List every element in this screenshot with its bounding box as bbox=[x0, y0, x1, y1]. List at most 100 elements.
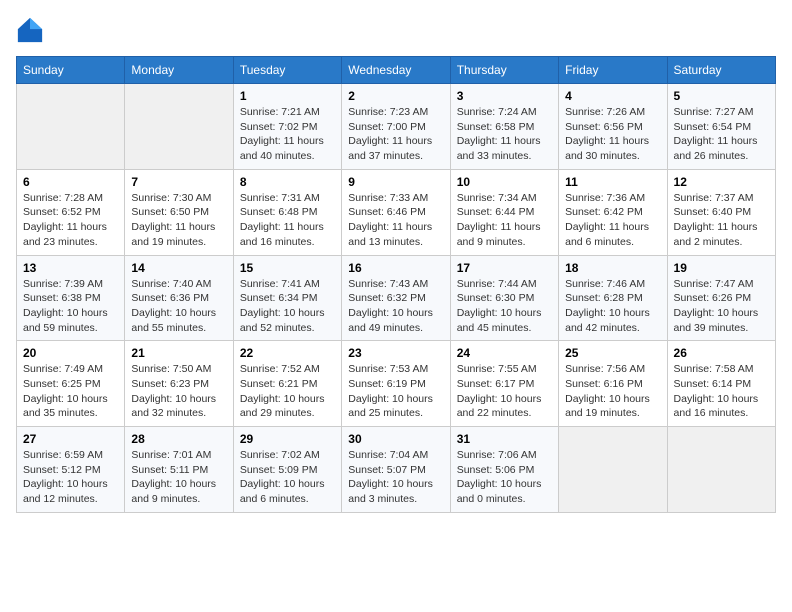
calendar-week-row: 13Sunrise: 7:39 AMSunset: 6:38 PMDayligh… bbox=[17, 255, 776, 341]
day-number: 31 bbox=[457, 432, 552, 446]
day-header-tuesday: Tuesday bbox=[233, 57, 341, 84]
day-info: Sunrise: 7:37 AMSunset: 6:40 PMDaylight:… bbox=[674, 191, 769, 250]
day-info: Sunrise: 7:31 AMSunset: 6:48 PMDaylight:… bbox=[240, 191, 335, 250]
day-info: Sunrise: 7:33 AMSunset: 6:46 PMDaylight:… bbox=[348, 191, 443, 250]
day-info: Sunrise: 7:02 AMSunset: 5:09 PMDaylight:… bbox=[240, 448, 335, 507]
day-info: Sunrise: 7:06 AMSunset: 5:06 PMDaylight:… bbox=[457, 448, 552, 507]
day-info: Sunrise: 7:52 AMSunset: 6:21 PMDaylight:… bbox=[240, 362, 335, 421]
day-header-saturday: Saturday bbox=[667, 57, 775, 84]
day-info: Sunrise: 7:27 AMSunset: 6:54 PMDaylight:… bbox=[674, 105, 769, 164]
day-header-wednesday: Wednesday bbox=[342, 57, 450, 84]
calendar-cell: 31 Sunrise: 7:06 AMSunset: 5:06 PMDayligh… bbox=[450, 427, 558, 513]
calendar-cell: 25 Sunrise: 7:56 AMSunset: 6:16 PMDayligh… bbox=[559, 341, 667, 427]
day-info: Sunrise: 7:04 AMSunset: 5:07 PMDaylight:… bbox=[348, 448, 443, 507]
day-info: Sunrise: 7:26 AMSunset: 6:56 PMDaylight:… bbox=[565, 105, 660, 164]
day-info: Sunrise: 7:55 AMSunset: 6:17 PMDaylight:… bbox=[457, 362, 552, 421]
calendar-cell: 4 Sunrise: 7:26 AMSunset: 6:56 PMDaylight… bbox=[559, 84, 667, 170]
page-header bbox=[16, 16, 776, 44]
day-info: Sunrise: 7:58 AMSunset: 6:14 PMDaylight:… bbox=[674, 362, 769, 421]
day-number: 12 bbox=[674, 175, 769, 189]
calendar-cell: 13Sunrise: 7:39 AMSunset: 6:38 PMDayligh… bbox=[17, 255, 125, 341]
calendar-cell: 26 Sunrise: 7:58 AMSunset: 6:14 PMDayligh… bbox=[667, 341, 775, 427]
calendar-week-row: 27 Sunrise: 6:59 AMSunset: 5:12 PMDayligh… bbox=[17, 427, 776, 513]
day-header-thursday: Thursday bbox=[450, 57, 558, 84]
calendar-cell: 15 Sunrise: 7:41 AMSunset: 6:34 PMDayligh… bbox=[233, 255, 341, 341]
logo-icon bbox=[16, 16, 44, 44]
calendar-cell: 2 Sunrise: 7:23 AMSunset: 7:00 PMDaylight… bbox=[342, 84, 450, 170]
calendar-cell: 8 Sunrise: 7:31 AMSunset: 6:48 PMDaylight… bbox=[233, 169, 341, 255]
day-info: Sunrise: 7:50 AMSunset: 6:23 PMDaylight:… bbox=[131, 362, 226, 421]
day-info: Sunrise: 7:30 AMSunset: 6:50 PMDaylight:… bbox=[131, 191, 226, 250]
calendar-cell: 18 Sunrise: 7:46 AMSunset: 6:28 PMDayligh… bbox=[559, 255, 667, 341]
day-number: 27 bbox=[23, 432, 118, 446]
calendar-cell: 9 Sunrise: 7:33 AMSunset: 6:46 PMDaylight… bbox=[342, 169, 450, 255]
day-info: Sunrise: 7:01 AMSunset: 5:11 PMDaylight:… bbox=[131, 448, 226, 507]
day-info: Sunrise: 7:49 AMSunset: 6:25 PMDaylight:… bbox=[23, 362, 118, 421]
calendar-cell: 11Sunrise: 7:36 AMSunset: 6:42 PMDayligh… bbox=[559, 169, 667, 255]
calendar-cell: 12 Sunrise: 7:37 AMSunset: 6:40 PMDayligh… bbox=[667, 169, 775, 255]
day-number: 9 bbox=[348, 175, 443, 189]
day-info: Sunrise: 6:59 AMSunset: 5:12 PMDaylight:… bbox=[23, 448, 118, 507]
day-number: 28 bbox=[131, 432, 226, 446]
calendar-cell: 14 Sunrise: 7:40 AMSunset: 6:36 PMDayligh… bbox=[125, 255, 233, 341]
day-info: Sunrise: 7:24 AMSunset: 6:58 PMDaylight:… bbox=[457, 105, 552, 164]
logo bbox=[16, 16, 48, 44]
day-number: 17 bbox=[457, 261, 552, 275]
calendar-week-row: 20 Sunrise: 7:49 AMSunset: 6:25 PMDayligh… bbox=[17, 341, 776, 427]
day-number: 1 bbox=[240, 89, 335, 103]
day-number: 23 bbox=[348, 346, 443, 360]
calendar-cell: 29 Sunrise: 7:02 AMSunset: 5:09 PMDayligh… bbox=[233, 427, 341, 513]
calendar-cell: 30Sunrise: 7:04 AMSunset: 5:07 PMDayligh… bbox=[342, 427, 450, 513]
day-number: 7 bbox=[131, 175, 226, 189]
day-number: 15 bbox=[240, 261, 335, 275]
day-info: Sunrise: 7:46 AMSunset: 6:28 PMDaylight:… bbox=[565, 277, 660, 336]
calendar-cell bbox=[667, 427, 775, 513]
day-info: Sunrise: 7:47 AMSunset: 6:26 PMDaylight:… bbox=[674, 277, 769, 336]
day-number: 14 bbox=[131, 261, 226, 275]
day-number: 3 bbox=[457, 89, 552, 103]
day-info: Sunrise: 7:28 AMSunset: 6:52 PMDaylight:… bbox=[23, 191, 118, 250]
day-header-monday: Monday bbox=[125, 57, 233, 84]
calendar-cell bbox=[125, 84, 233, 170]
day-info: Sunrise: 7:23 AMSunset: 7:00 PMDaylight:… bbox=[348, 105, 443, 164]
day-info: Sunrise: 7:34 AMSunset: 6:44 PMDaylight:… bbox=[457, 191, 552, 250]
calendar-cell bbox=[17, 84, 125, 170]
day-number: 6 bbox=[23, 175, 118, 189]
day-number: 24 bbox=[457, 346, 552, 360]
day-number: 5 bbox=[674, 89, 769, 103]
calendar-cell: 7 Sunrise: 7:30 AMSunset: 6:50 PMDaylight… bbox=[125, 169, 233, 255]
calendar-cell: 23 Sunrise: 7:53 AMSunset: 6:19 PMDayligh… bbox=[342, 341, 450, 427]
day-number: 26 bbox=[674, 346, 769, 360]
day-number: 18 bbox=[565, 261, 660, 275]
day-number: 8 bbox=[240, 175, 335, 189]
day-number: 4 bbox=[565, 89, 660, 103]
day-number: 25 bbox=[565, 346, 660, 360]
day-info: Sunrise: 7:44 AMSunset: 6:30 PMDaylight:… bbox=[457, 277, 552, 336]
day-info: Sunrise: 7:39 AMSunset: 6:38 PMDaylight:… bbox=[23, 277, 118, 336]
day-number: 20 bbox=[23, 346, 118, 360]
day-header-friday: Friday bbox=[559, 57, 667, 84]
day-number: 21 bbox=[131, 346, 226, 360]
day-number: 2 bbox=[348, 89, 443, 103]
day-info: Sunrise: 7:43 AMSunset: 6:32 PMDaylight:… bbox=[348, 277, 443, 336]
day-info: Sunrise: 7:36 AMSunset: 6:42 PMDaylight:… bbox=[565, 191, 660, 250]
calendar-cell: 24 Sunrise: 7:55 AMSunset: 6:17 PMDayligh… bbox=[450, 341, 558, 427]
calendar-header-row: SundayMondayTuesdayWednesdayThursdayFrid… bbox=[17, 57, 776, 84]
day-info: Sunrise: 7:56 AMSunset: 6:16 PMDaylight:… bbox=[565, 362, 660, 421]
calendar-week-row: 6 Sunrise: 7:28 AMSunset: 6:52 PMDaylight… bbox=[17, 169, 776, 255]
calendar-cell: 3 Sunrise: 7:24 AMSunset: 6:58 PMDaylight… bbox=[450, 84, 558, 170]
calendar-cell: 19Sunrise: 7:47 AMSunset: 6:26 PMDayligh… bbox=[667, 255, 775, 341]
day-number: 29 bbox=[240, 432, 335, 446]
calendar-cell: 5 Sunrise: 7:27 AMSunset: 6:54 PMDaylight… bbox=[667, 84, 775, 170]
calendar-cell: 10 Sunrise: 7:34 AMSunset: 6:44 PMDayligh… bbox=[450, 169, 558, 255]
day-info: Sunrise: 7:40 AMSunset: 6:36 PMDaylight:… bbox=[131, 277, 226, 336]
day-info: Sunrise: 7:41 AMSunset: 6:34 PMDaylight:… bbox=[240, 277, 335, 336]
calendar-cell: 22Sunrise: 7:52 AMSunset: 6:21 PMDayligh… bbox=[233, 341, 341, 427]
day-number: 10 bbox=[457, 175, 552, 189]
calendar-cell: 1Sunrise: 7:21 AMSunset: 7:02 PMDaylight… bbox=[233, 84, 341, 170]
day-info: Sunrise: 7:53 AMSunset: 6:19 PMDaylight:… bbox=[348, 362, 443, 421]
calendar-cell: 21 Sunrise: 7:50 AMSunset: 6:23 PMDayligh… bbox=[125, 341, 233, 427]
calendar-cell bbox=[559, 427, 667, 513]
calendar-week-row: 1Sunrise: 7:21 AMSunset: 7:02 PMDaylight… bbox=[17, 84, 776, 170]
calendar-cell: 27 Sunrise: 6:59 AMSunset: 5:12 PMDayligh… bbox=[17, 427, 125, 513]
